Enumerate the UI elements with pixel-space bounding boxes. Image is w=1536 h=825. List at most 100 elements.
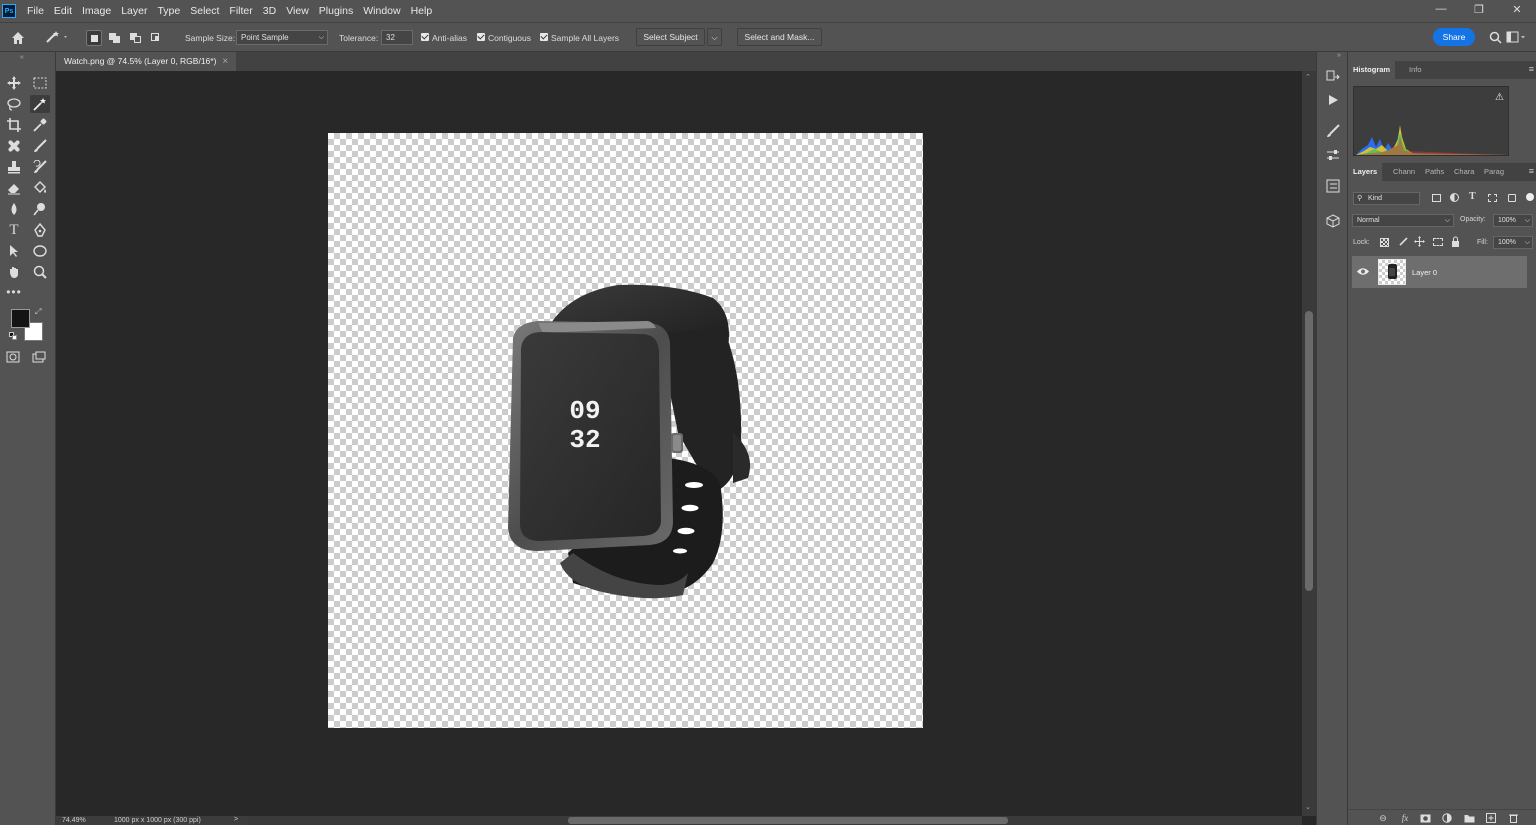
ellipse-tool-icon[interactable]	[30, 242, 50, 260]
menu-file[interactable]: File	[22, 0, 49, 22]
share-button[interactable]: Share	[1433, 28, 1475, 46]
actions-panel-icon[interactable]	[1323, 91, 1343, 109]
magic-wand-preset-icon[interactable]	[44, 29, 70, 45]
menu-image[interactable]: Image	[77, 0, 116, 22]
document-tab[interactable]: Watch.png @ 74.5% (Layer 0, RGB/16*) ×	[56, 52, 237, 71]
panel-menu-icon[interactable]: ≡	[1529, 166, 1534, 176]
adjustments-panel-icon[interactable]	[1323, 146, 1343, 164]
crop-tool-icon[interactable]	[4, 116, 24, 134]
vertical-scrollbar[interactable]: ⌃ ⌄	[1302, 71, 1316, 816]
filter-shape-layers-icon[interactable]	[1488, 194, 1497, 202]
menu-select[interactable]: Select	[185, 0, 224, 22]
tab-layers[interactable]: Layers	[1348, 163, 1383, 181]
lock-all-icon[interactable]	[1451, 236, 1460, 247]
intersect-selection-icon[interactable]	[149, 30, 165, 46]
dodge-tool-icon[interactable]	[30, 200, 50, 218]
tolerance-input[interactable]: 32	[381, 30, 413, 45]
panel-menu-icon[interactable]: ≡	[1529, 64, 1534, 74]
layer-name[interactable]: Layer 0	[1412, 268, 1437, 277]
restore-button[interactable]: ❐	[1460, 0, 1498, 18]
filter-toggle-icon[interactable]	[1526, 193, 1534, 201]
link-layers-icon[interactable]: ⊖	[1376, 812, 1390, 824]
new-group-icon[interactable]	[1462, 812, 1476, 824]
workspace-icon[interactable]	[1506, 31, 1526, 44]
tab-histogram[interactable]: Histogram	[1348, 61, 1396, 79]
close-window-button[interactable]: ✕	[1498, 0, 1536, 18]
zoom-tool-icon[interactable]	[30, 263, 50, 281]
menu-3d[interactable]: 3D	[258, 0, 281, 22]
menu-view[interactable]: View	[281, 0, 314, 22]
lock-position-icon[interactable]	[1414, 236, 1425, 247]
menu-type[interactable]: Type	[152, 0, 185, 22]
lock-artboard-icon[interactable]	[1433, 238, 1443, 246]
chevron-down-icon[interactable]: ⌄	[1305, 803, 1311, 811]
filter-adjustment-layers-icon[interactable]	[1450, 193, 1459, 202]
visibility-eye-icon[interactable]	[1357, 267, 1369, 276]
swap-colors-icon[interactable]: ⤢	[35, 307, 41, 317]
filter-type-layers-icon[interactable]: T	[1469, 191, 1476, 202]
tab-paths[interactable]: Paths	[1420, 163, 1449, 181]
collapse-toolbar-icon[interactable]: «	[20, 54, 24, 61]
rectangular-marquee-tool-icon[interactable]	[30, 74, 50, 92]
delete-layer-icon[interactable]	[1506, 812, 1520, 824]
sample-all-layers-checkbox[interactable]	[540, 33, 548, 41]
add-to-selection-icon[interactable]	[107, 30, 123, 46]
fill-input[interactable]: 100% ⌵	[1493, 236, 1533, 249]
eraser-tool-icon[interactable]	[4, 179, 24, 197]
path-selection-tool-icon[interactable]	[4, 242, 24, 260]
foreground-color-swatch[interactable]	[11, 309, 30, 328]
minimize-button[interactable]: —	[1422, 0, 1460, 18]
tab-info[interactable]: Info	[1404, 61, 1427, 79]
filter-smart-objects-icon[interactable]	[1508, 194, 1516, 202]
pen-tool-icon[interactable]	[30, 221, 50, 239]
layer-filter-kind-dropdown[interactable]: ⚲ Kind	[1353, 192, 1420, 205]
quick-mask-icon[interactable]	[3, 348, 23, 366]
clone-stamp-tool-icon[interactable]	[4, 158, 24, 176]
tab-paragraph[interactable]: Parag	[1479, 163, 1509, 181]
select-subject-button[interactable]: Select Subject	[636, 28, 705, 46]
move-tool-icon[interactable]	[4, 74, 24, 92]
warning-icon[interactable]: ⚠	[1495, 92, 1504, 103]
menu-layer[interactable]: Layer	[116, 0, 152, 22]
history-panel-icon[interactable]	[1323, 68, 1343, 86]
anti-alias-checkbox[interactable]	[421, 33, 429, 41]
expand-panels-icon[interactable]: »	[1337, 52, 1341, 59]
properties-panel-icon[interactable]	[1323, 177, 1343, 195]
contiguous-checkbox[interactable]	[477, 33, 485, 41]
select-and-mask-button[interactable]: Select and Mask...	[737, 28, 822, 46]
home-icon[interactable]	[10, 30, 26, 46]
brushes-panel-icon[interactable]	[1323, 122, 1343, 140]
menu-filter[interactable]: Filter	[224, 0, 257, 22]
healing-brush-tool-icon[interactable]	[4, 137, 24, 155]
tab-channels[interactable]: Chann	[1388, 163, 1420, 181]
type-tool-icon[interactable]: T	[4, 221, 24, 239]
vertical-scroll-thumb[interactable]	[1305, 311, 1313, 591]
canvas-area[interactable]: 09 32	[56, 71, 1302, 816]
zoom-level[interactable]: 74.49%	[62, 817, 86, 824]
new-selection-icon[interactable]	[86, 30, 102, 46]
history-brush-tool-icon[interactable]	[30, 158, 50, 176]
select-subject-options-button[interactable]: ⌵	[707, 28, 722, 46]
document-canvas[interactable]: 09 32	[328, 133, 923, 728]
new-adjustment-layer-icon[interactable]	[1440, 812, 1454, 824]
chevron-up-icon[interactable]: ⌃	[1305, 73, 1311, 81]
opacity-input[interactable]: 100% ⌵	[1493, 214, 1533, 227]
screen-mode-icon[interactable]	[29, 348, 49, 366]
more-tools-icon[interactable]: •••	[4, 283, 24, 301]
blur-tool-icon[interactable]	[4, 200, 24, 218]
lock-transparent-pixels-icon[interactable]	[1380, 238, 1389, 247]
filter-pixel-layers-icon[interactable]	[1432, 194, 1441, 202]
layer-row[interactable]: Layer 0	[1352, 256, 1527, 288]
search-icon[interactable]	[1489, 31, 1502, 44]
new-layer-icon[interactable]	[1484, 812, 1498, 824]
status-menu-arrow[interactable]: >	[234, 816, 238, 823]
menu-help[interactable]: Help	[406, 0, 438, 22]
default-colors-icon[interactable]	[9, 332, 17, 340]
horizontal-scrollbar[interactable]	[248, 816, 1302, 825]
layer-style-icon[interactable]: fx	[1398, 812, 1412, 824]
menu-edit[interactable]: Edit	[49, 0, 77, 22]
subtract-from-selection-icon[interactable]	[128, 30, 144, 46]
paint-bucket-tool-icon[interactable]	[30, 179, 50, 197]
sample-size-dropdown[interactable]: Point Sample ⌵	[236, 30, 328, 45]
horizontal-scroll-thumb[interactable]	[568, 817, 1008, 824]
